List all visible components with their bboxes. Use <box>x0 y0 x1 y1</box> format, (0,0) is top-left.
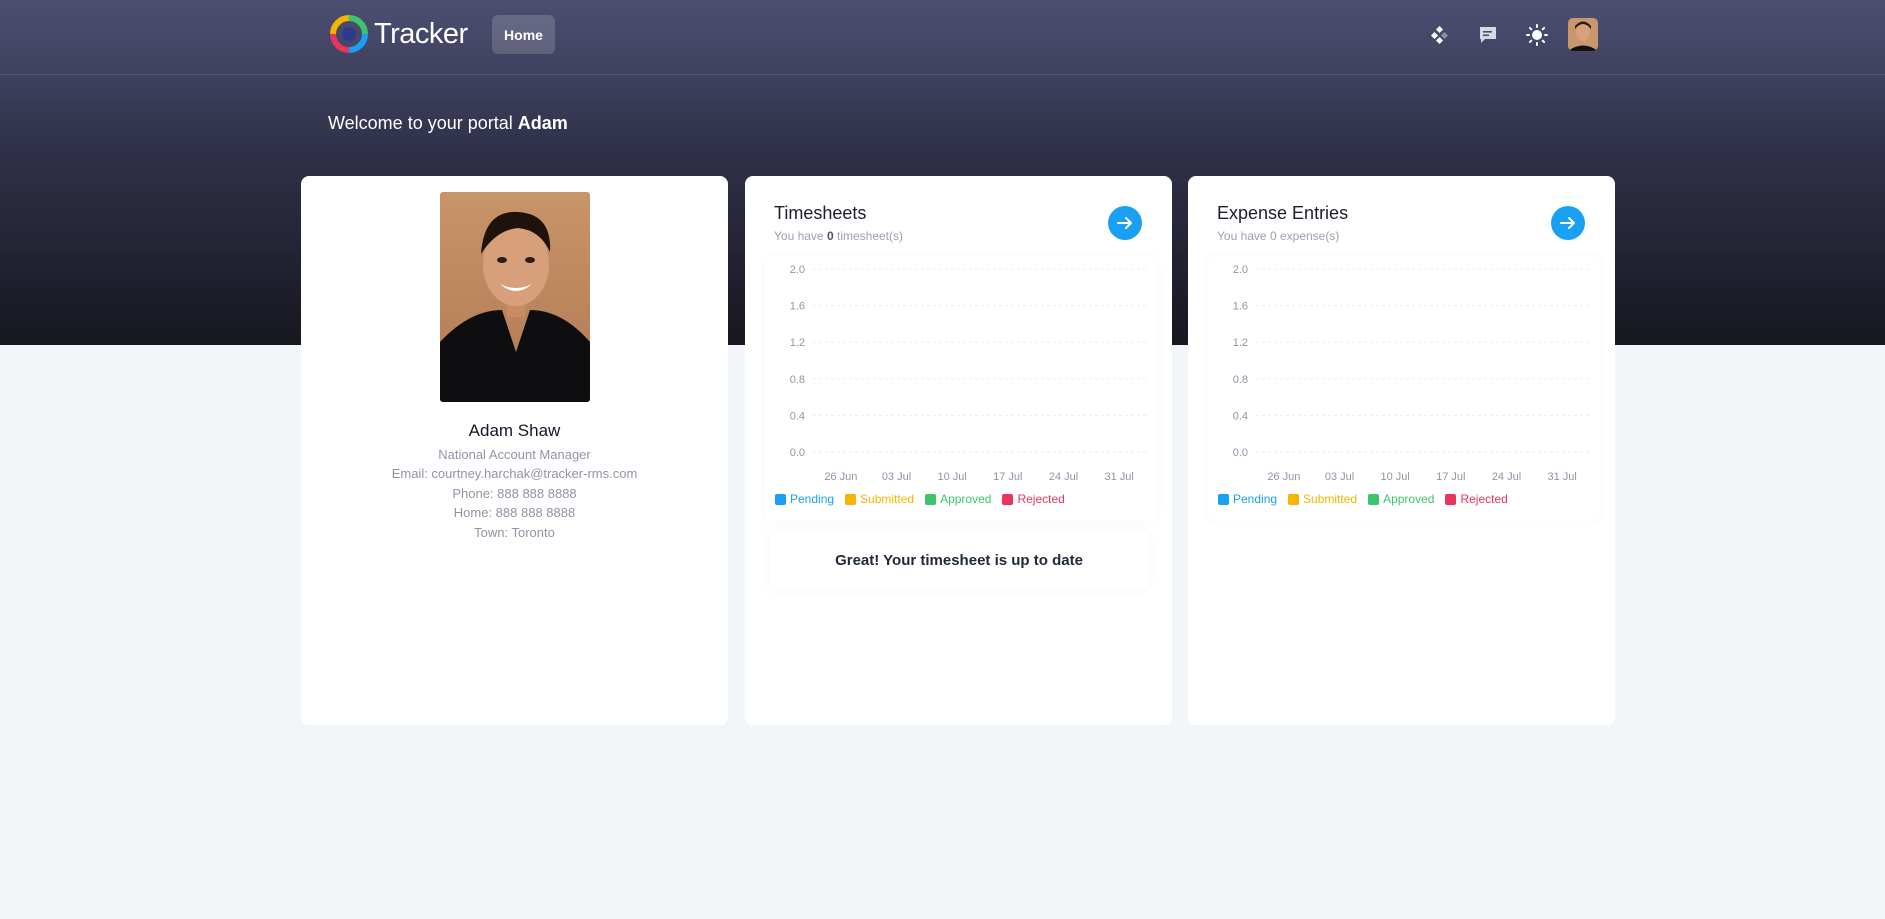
timesheets-chart-svg: 2.0 1.6 1.2 0.8 0.4 0.0 26 Jun 03 Jul 10 Jul 17 J… <box>790 264 1147 483</box>
expenses-chart: 2.0 1.6 1.2 0.8 0.4 0.0 26 Jun 03 Jul 10 Jul 17 J… <box>1208 256 1600 521</box>
legend-label: Approved <box>940 492 992 506</box>
welcome-message: Welcome to your portal Adam <box>328 113 568 134</box>
y-tick-label: 1.2 <box>790 337 805 349</box>
legend-swatch <box>775 493 786 505</box>
profile-email: Email: courtney.harchak@tracker-rms.com <box>391 466 638 481</box>
legend-swatch <box>925 493 937 505</box>
legend-item-approved[interactable]: Approved <box>925 492 991 506</box>
chat-icon[interactable] <box>1473 20 1503 50</box>
profile-job-title: National Account Manager <box>438 447 591 462</box>
legend-swatch <box>1002 493 1014 505</box>
user-avatar[interactable] <box>1568 18 1598 51</box>
y-tick-label: 1.2 <box>1233 337 1248 349</box>
legend-swatch <box>1368 493 1380 505</box>
legend-label: Rejected <box>1017 492 1065 506</box>
logo-text: Tracker <box>374 17 468 50</box>
nav-home-button[interactable]: Home <box>492 15 555 54</box>
y-tick-label: 2.0 <box>790 264 805 276</box>
sun-icon[interactable] <box>1522 20 1552 50</box>
timesheets-card: Timesheets You have 0 timesheet(s) 2.0 1.… <box>745 176 1172 725</box>
arrow-right-icon <box>1560 217 1575 229</box>
tracker-logo[interactable]: Tracker <box>330 14 468 54</box>
x-tick-label: 03 Jul <box>882 471 911 483</box>
x-tick-label: 17 Jul <box>1436 471 1465 483</box>
timesheet-status-message: Great! Your timesheet is up to date <box>769 530 1149 590</box>
welcome-prefix: Welcome to your portal <box>328 113 513 133</box>
y-tick-label: 0.4 <box>790 410 805 422</box>
legend-label: Approved <box>1383 492 1435 506</box>
timesheets-count: 0 <box>826 229 834 243</box>
timesheets-chart: 2.0 1.6 1.2 0.8 0.4 0.0 26 Jun 03 Jul 10 Jul 17 J… <box>765 256 1157 521</box>
legend-item-rejected[interactable]: Rejected <box>1445 492 1508 506</box>
legend-item-pending[interactable]: Pending <box>1218 492 1277 506</box>
y-tick-label: 1.6 <box>1233 301 1248 313</box>
apps-icon[interactable] <box>1424 20 1454 50</box>
tracker-logo-icon <box>330 15 368 53</box>
legend-item-submitted[interactable]: Submitted <box>845 492 914 506</box>
expenses-legend: Pending Submitted Approved Rejected <box>1218 492 1508 506</box>
legend-label: Pending <box>1233 492 1278 506</box>
timesheets-subtitle: You have 0 timesheet(s) <box>774 229 903 243</box>
legend-item-submitted[interactable]: Submitted <box>1288 492 1357 506</box>
profile-phone: Phone: 888 888 8888 <box>452 486 577 501</box>
x-tick-label: 24 Jul <box>1049 471 1078 483</box>
profile-town: Town: Toronto <box>474 525 555 540</box>
top-navbar: Tracker Home <box>0 0 1885 75</box>
legend-item-approved[interactable]: Approved <box>1368 492 1434 506</box>
legend-item-rejected[interactable]: Rejected <box>1002 492 1065 506</box>
x-tick-label: 26 Jun <box>1267 471 1300 483</box>
profile-card: Adam Shaw National Account Manager Email… <box>301 176 728 725</box>
profile-home-phone: Home: 888 888 8888 <box>453 505 576 520</box>
expenses-card: Expense Entries You have 0 expense(s) 2.… <box>1188 176 1615 725</box>
legend-label: Pending <box>790 492 835 506</box>
legend-label: Submitted <box>860 492 915 506</box>
y-tick-label: 0.4 <box>1233 410 1248 422</box>
y-tick-label: 1.6 <box>790 301 805 313</box>
legend-swatch <box>1288 493 1300 505</box>
timesheets-legend: Pending Submitted Approved Rejected <box>775 492 1065 506</box>
y-tick-label: 0.0 <box>790 447 805 459</box>
timesheets-sub-suffix: timesheet(s) <box>836 229 904 243</box>
expenses-open-button[interactable] <box>1551 206 1585 240</box>
x-tick-label: 31 Jul <box>1104 471 1133 483</box>
legend-swatch <box>1445 493 1457 505</box>
legend-item-pending[interactable]: Pending <box>775 492 834 506</box>
legend-label: Rejected <box>1460 492 1508 506</box>
y-tick-label: 0.8 <box>1233 374 1248 386</box>
x-tick-label: 26 Jun <box>824 471 857 483</box>
y-tick-label: 0.8 <box>790 374 805 386</box>
timesheets-sub-prefix: You have <box>774 229 824 243</box>
legend-label: Submitted <box>1303 492 1358 506</box>
expenses-chart-svg: 2.0 1.6 1.2 0.8 0.4 0.0 26 Jun 03 Jul 10 Jul 17 J… <box>1233 264 1590 483</box>
x-tick-label: 17 Jul <box>993 471 1022 483</box>
profile-photo <box>440 192 590 402</box>
x-tick-label: 03 Jul <box>1325 471 1354 483</box>
expenses-subtitle: You have 0 expense(s) <box>1217 229 1340 243</box>
x-tick-label: 31 Jul <box>1547 471 1576 483</box>
y-tick-label: 2.0 <box>1233 264 1248 276</box>
x-tick-label: 24 Jul <box>1492 471 1521 483</box>
y-tick-label: 0.0 <box>1233 447 1248 459</box>
expenses-title: Expense Entries <box>1217 203 1349 223</box>
timesheets-title: Timesheets <box>774 203 867 223</box>
legend-swatch <box>1218 493 1229 505</box>
arrow-right-icon <box>1117 217 1132 229</box>
legend-swatch <box>845 493 857 505</box>
x-tick-label: 10 Jul <box>937 471 966 483</box>
welcome-user-name: Adam <box>517 113 568 133</box>
profile-name: Adam Shaw <box>468 421 561 440</box>
x-tick-label: 10 Jul <box>1380 471 1409 483</box>
timesheets-open-button[interactable] <box>1108 206 1142 240</box>
